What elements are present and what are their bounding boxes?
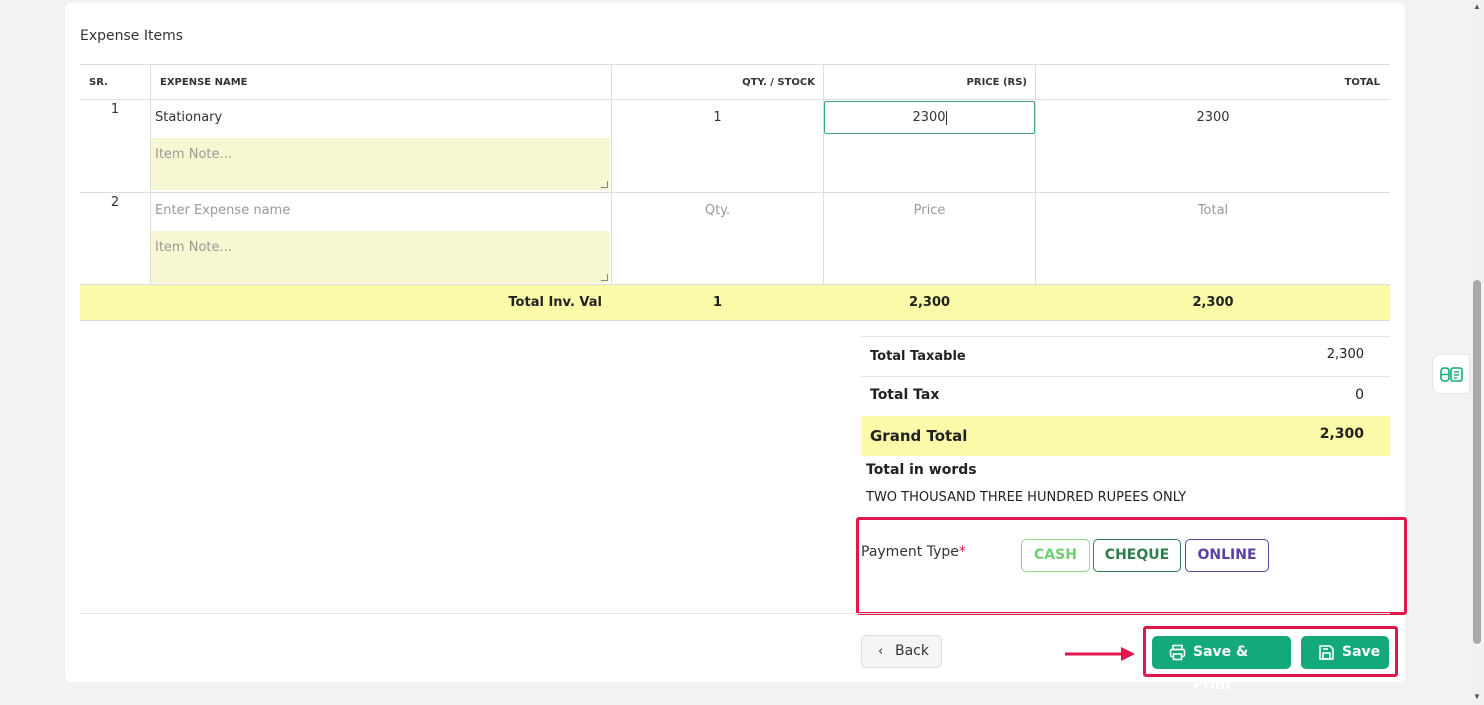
header-total: TOTAL bbox=[1344, 77, 1380, 88]
payment-cheque-button[interactable]: CHEQUE bbox=[1093, 539, 1181, 572]
payment-cash-button[interactable]: CASH bbox=[1021, 539, 1090, 572]
payment-type-text: Payment Type bbox=[861, 544, 959, 560]
summary-row-taxable: Total Taxable 2,300 bbox=[861, 336, 1390, 376]
qty-input[interactable]: Qty. bbox=[612, 203, 823, 218]
item-note-placeholder: Item Note... bbox=[155, 147, 232, 162]
save-print-button[interactable]: Save & Print bbox=[1152, 636, 1291, 693]
taxable-value: 2,300 bbox=[1326, 347, 1364, 362]
side-tool-button[interactable] bbox=[1432, 354, 1470, 394]
save-print-label: Save & Print bbox=[1193, 644, 1249, 693]
expense-name-input[interactable]: Enter Expense name bbox=[155, 203, 290, 218]
taxable-label: Total Taxable bbox=[870, 349, 966, 364]
scroll-up-icon[interactable]: ▲ bbox=[1473, 2, 1481, 11]
resize-handle-icon[interactable] bbox=[601, 274, 608, 281]
price-input[interactable]: 2300 bbox=[824, 101, 1035, 134]
table-row: 2 Enter Expense name Item Note... Qty. P… bbox=[80, 193, 1390, 285]
payment-online-button[interactable]: ONLINE bbox=[1185, 539, 1269, 572]
total-input: Total bbox=[1197, 203, 1229, 218]
chevron-left-icon: ‹ bbox=[878, 644, 884, 659]
header-price: PRICE (RS) bbox=[966, 77, 1027, 88]
row-sr: 2 bbox=[110, 195, 120, 210]
totals-total: 2,300 bbox=[1192, 295, 1234, 310]
qty-input[interactable]: 1 bbox=[612, 110, 823, 125]
total-in-words-value: TWO THOUSAND THREE HUNDRED RUPEES ONLY bbox=[866, 490, 1187, 505]
total-in-words-label: Total in words bbox=[866, 462, 977, 478]
expense-name-input[interactable]: Stationary bbox=[155, 110, 222, 125]
back-label: Back bbox=[895, 643, 929, 659]
totals-qty: 1 bbox=[712, 295, 723, 310]
resize-handle-icon[interactable] bbox=[601, 181, 608, 188]
price-value: 2300 bbox=[912, 110, 946, 125]
price-input[interactable]: Price bbox=[824, 203, 1035, 218]
save-icon bbox=[1319, 645, 1334, 660]
totals-row: Total Inv. Val 1 2,300 2,300 bbox=[80, 285, 1390, 321]
table-row: 1 Stationary Item Note... 1 2300 2300 bbox=[80, 100, 1390, 193]
header-expense-name: EXPENSE NAME bbox=[160, 77, 248, 88]
table-header: SR. EXPENSE NAME QTY. / STOCK PRICE (RS)… bbox=[80, 64, 1390, 100]
vertical-scrollbar[interactable]: ▲ ▼ bbox=[1470, 0, 1484, 705]
header-sr: SR. bbox=[89, 77, 108, 88]
summary-row-tax: Total Tax 0 bbox=[861, 376, 1390, 416]
printer-icon bbox=[1169, 644, 1186, 661]
scrollbar-thumb[interactable] bbox=[1473, 280, 1481, 644]
arrow-right-icon bbox=[1065, 647, 1135, 661]
text-cursor bbox=[945, 110, 947, 125]
grand-total-value: 2,300 bbox=[1319, 426, 1364, 442]
expense-items-card: Expense Items SR. EXPENSE NAME QTY. / ST… bbox=[65, 3, 1407, 693]
totals-label: Total Inv. Val bbox=[508, 295, 602, 310]
totals-price: 2,300 bbox=[908, 295, 951, 310]
total-value: 2300 bbox=[1196, 110, 1230, 125]
tax-label: Total Tax bbox=[870, 387, 940, 403]
footer-divider bbox=[80, 613, 1390, 614]
payment-type-label: Payment Type* bbox=[861, 544, 966, 560]
summary-row-grand-total: Grand Total 2,300 bbox=[861, 416, 1390, 456]
section-title: Expense Items bbox=[80, 28, 184, 44]
side-tool-icon bbox=[1440, 367, 1463, 382]
required-marker: * bbox=[958, 544, 966, 560]
header-qty: QTY. / STOCK bbox=[742, 77, 815, 88]
tax-value: 0 bbox=[1355, 387, 1364, 403]
item-note-textarea[interactable]: Item Note... bbox=[151, 138, 610, 190]
grand-total-label: Grand Total bbox=[870, 427, 968, 445]
row-sr: 1 bbox=[110, 102, 120, 117]
item-note-placeholder: Item Note... bbox=[155, 240, 232, 255]
scroll-down-icon[interactable]: ▼ bbox=[1473, 692, 1481, 701]
back-button[interactable]: ‹ Back bbox=[861, 635, 942, 668]
item-note-textarea[interactable]: Item Note... bbox=[151, 231, 610, 283]
save-label: Save bbox=[1342, 644, 1381, 660]
save-button[interactable]: Save bbox=[1301, 636, 1389, 669]
